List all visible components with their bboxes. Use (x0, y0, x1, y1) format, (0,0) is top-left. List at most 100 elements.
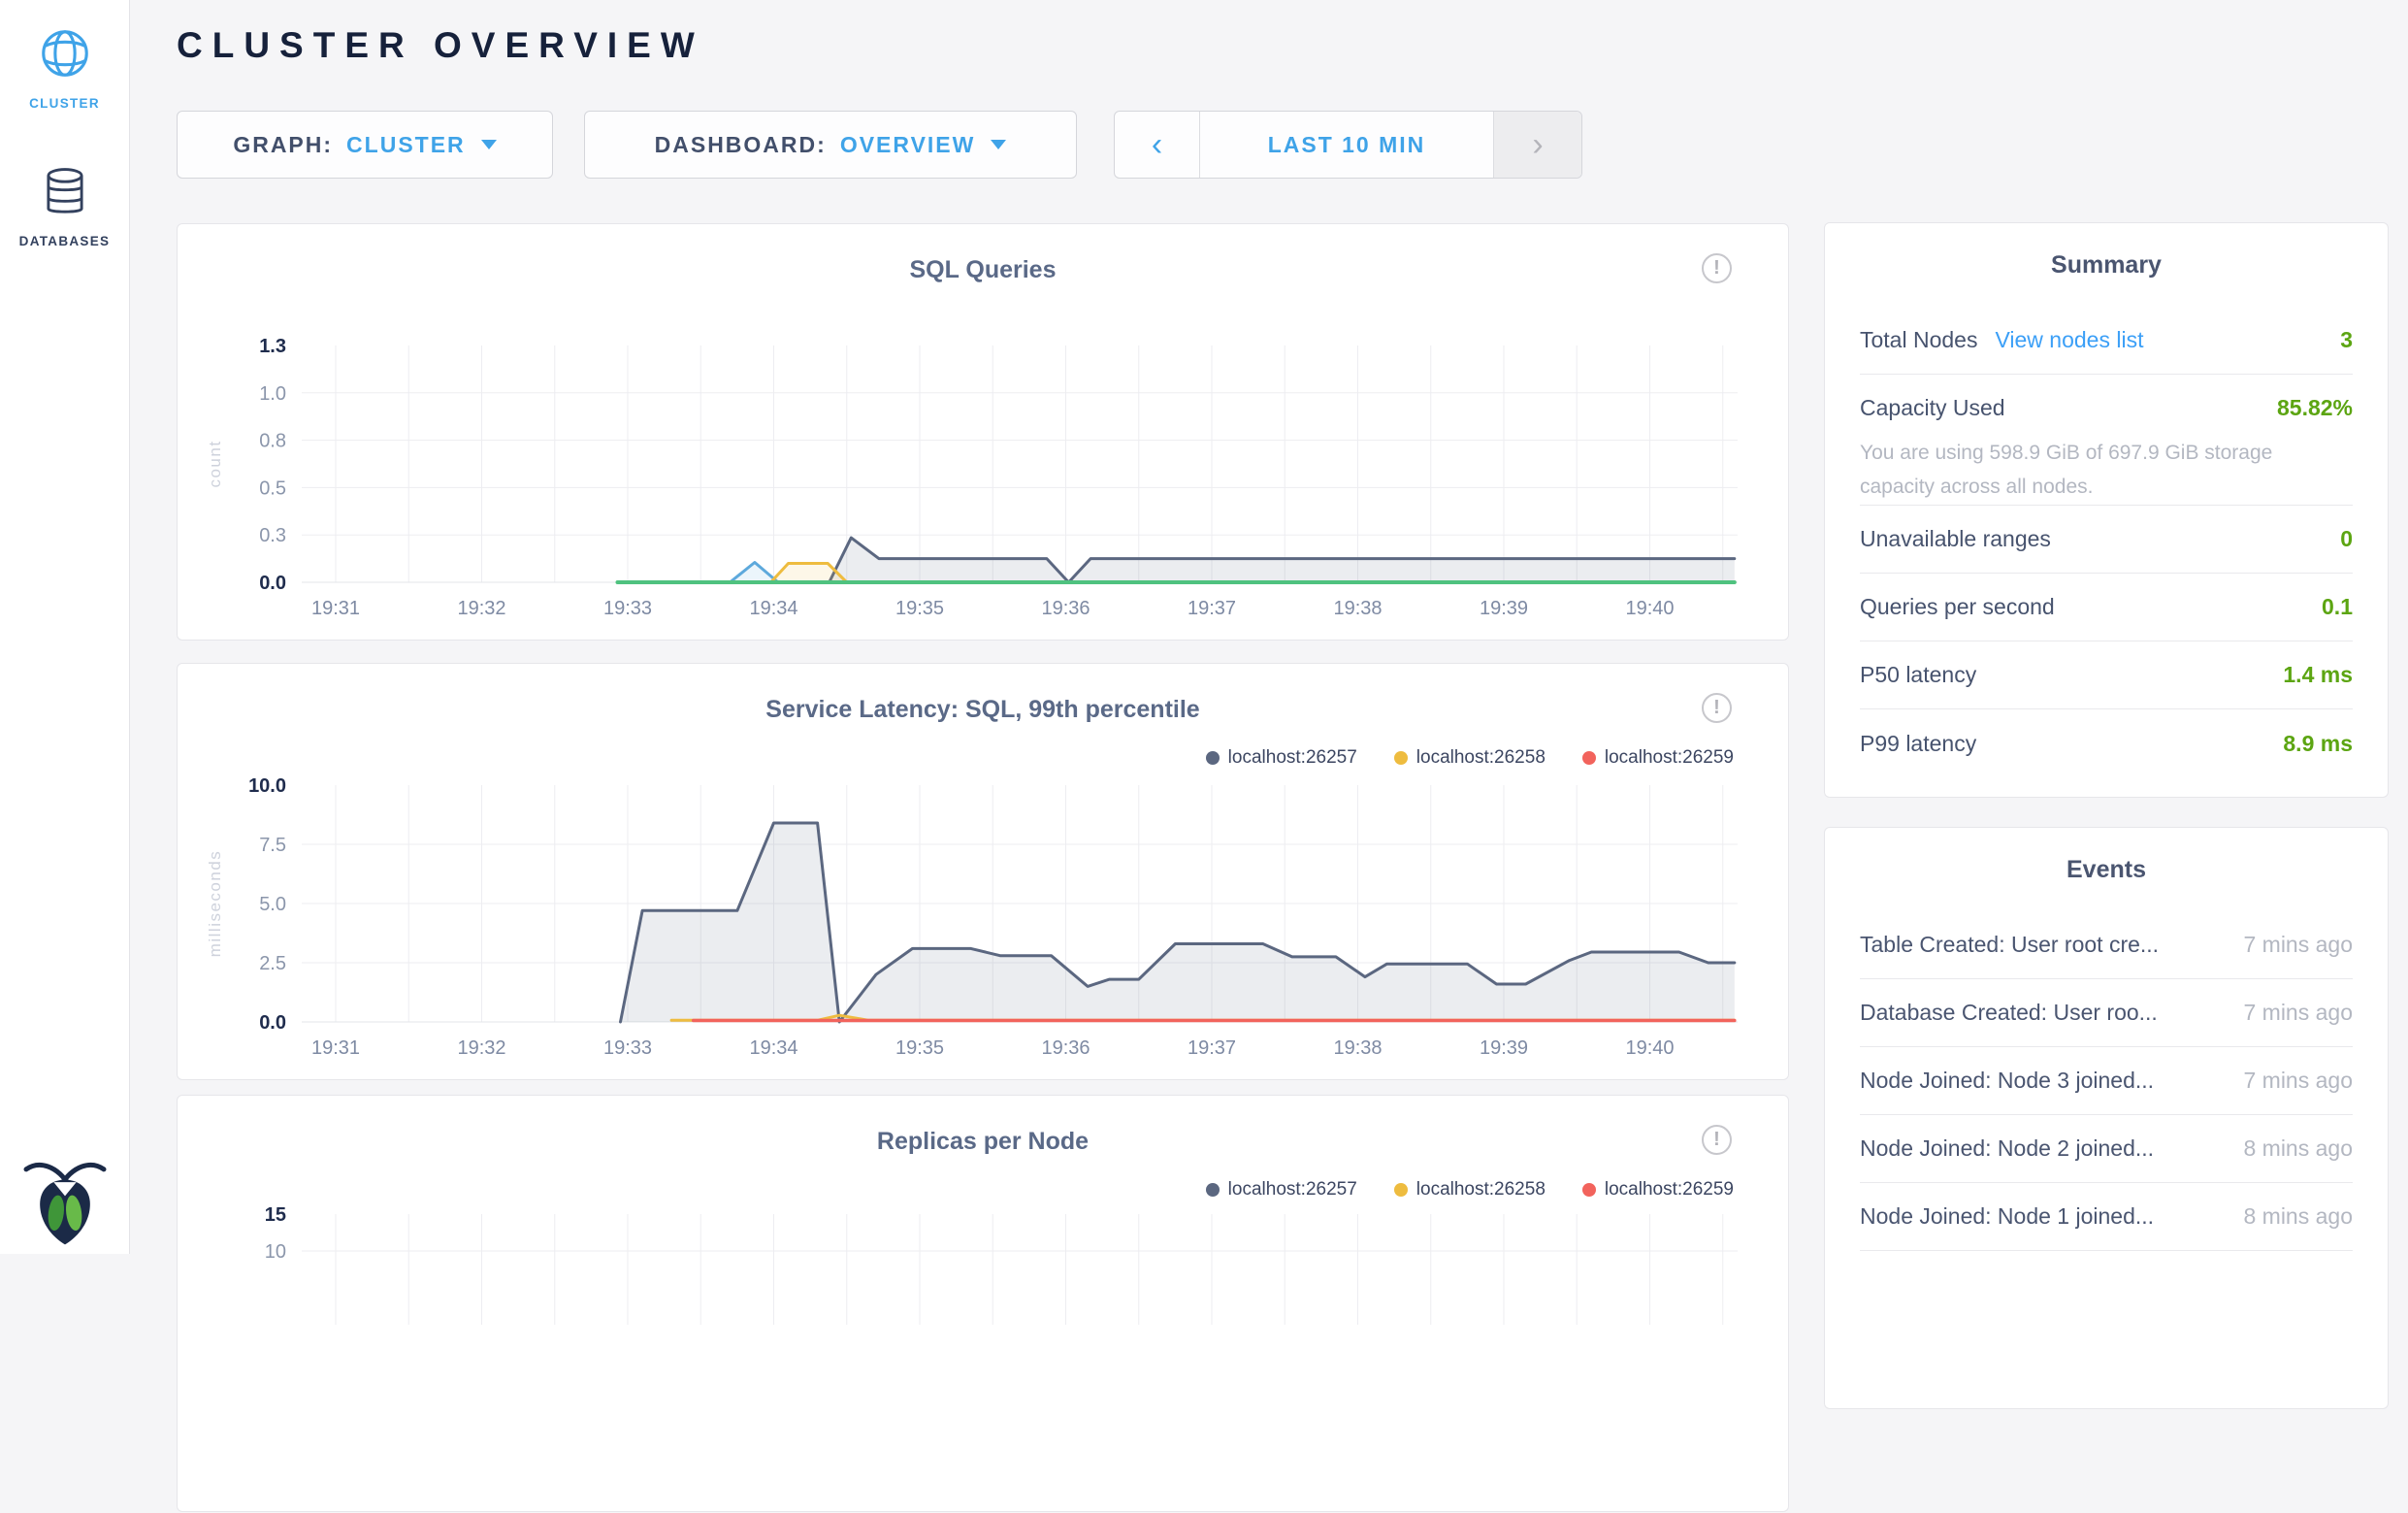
chart-legend: localhost:26257 localhost:26258 localhost:… (1206, 747, 1734, 769)
svg-text:19:35: 19:35 (895, 1037, 944, 1059)
sidebar-item-label: CLUSTER (0, 96, 129, 111)
events-panel: Events Table Created: User root cre... 7… (1824, 827, 2389, 1409)
view-nodes-list-link[interactable]: View nodes list (1995, 327, 2143, 353)
event-row: Node Joined: Node 3 joined... 7 mins ago (1860, 1047, 2353, 1115)
svg-text:19:38: 19:38 (1333, 1037, 1382, 1059)
svg-text:19:31: 19:31 (311, 598, 360, 619)
info-icon[interactable]: ! (1702, 1125, 1732, 1155)
sidebar-item-label: DATABASES (0, 234, 129, 248)
svg-text:count: count (206, 440, 224, 487)
summary-row-queries-per-second: Queries per second 0.1 (1860, 574, 2353, 641)
svg-text:19:35: 19:35 (895, 598, 944, 619)
legend-item[interactable]: localhost:26259 (1582, 747, 1734, 769)
sidebar: CLUSTER DATABASES (0, 0, 130, 1254)
svg-text:19:36: 19:36 (1041, 1037, 1090, 1059)
legend-item[interactable]: localhost:26257 (1206, 747, 1357, 769)
svg-text:1.3: 1.3 (259, 336, 286, 357)
svg-text:19:32: 19:32 (457, 598, 505, 619)
summary-row-value: 85.82% (2277, 395, 2353, 421)
svg-text:19:34: 19:34 (749, 598, 797, 619)
svg-text:19:40: 19:40 (1625, 1037, 1674, 1059)
summary-row-capacity-used: Capacity Used 85.82% You are using 598.9… (1860, 375, 2353, 506)
svg-text:milliseconds: milliseconds (206, 850, 224, 958)
event-text: Database Created: User roo... (1860, 1000, 2158, 1026)
svg-text:19:40: 19:40 (1625, 598, 1674, 619)
svg-text:1.0: 1.0 (259, 383, 286, 405)
event-time: 8 mins ago (2243, 1135, 2353, 1162)
legend-dot-icon (1206, 751, 1220, 765)
dashboard-dropdown-label: DASHBOARD: (655, 132, 827, 158)
event-text: Node Joined: Node 3 joined... (1860, 1068, 2154, 1094)
time-prev-button[interactable]: ‹ (1115, 112, 1200, 178)
cockroach-bug-icon (16, 1147, 114, 1248)
summary-row-label: Capacity Used (1860, 395, 2005, 421)
time-range-selector: ‹ LAST 10 MIN › (1114, 111, 1582, 179)
service-latency-plot: 0.02.55.07.510.019:3119:3219:3319:3419:3… (178, 664, 1790, 1081)
time-next-button[interactable]: › (1493, 112, 1581, 178)
svg-text:0.8: 0.8 (259, 431, 286, 452)
info-icon[interactable]: ! (1702, 253, 1732, 283)
legend-item[interactable]: localhost:26258 (1394, 1179, 1546, 1201)
svg-text:19:33: 19:33 (603, 1037, 652, 1059)
svg-text:10: 10 (265, 1241, 286, 1263)
legend-label: localhost:26258 (1416, 747, 1546, 769)
chart-legend: localhost:26257 localhost:26258 localhost:… (1206, 1179, 1734, 1201)
database-icon (39, 165, 91, 219)
summary-title: Summary (1825, 223, 2388, 307)
page-title: CLUSTER OVERVIEW (177, 25, 704, 66)
summary-row-value: 0 (2340, 526, 2353, 552)
event-time: 7 mins ago (2243, 932, 2353, 958)
chart-title: SQL Queries (178, 256, 1788, 284)
summary-row-value: 1.4 ms (2283, 662, 2353, 688)
svg-text:19:39: 19:39 (1480, 1037, 1528, 1059)
legend-item[interactable]: localhost:26257 (1206, 1179, 1357, 1201)
sidebar-item-databases[interactable]: DATABASES (0, 165, 129, 248)
graph-dropdown-label: GRAPH: (233, 132, 333, 158)
legend-label: localhost:26257 (1228, 747, 1357, 769)
svg-text:19:34: 19:34 (749, 1037, 797, 1059)
globe-icon (37, 25, 93, 82)
legend-label: localhost:26259 (1605, 747, 1734, 769)
summary-row-p50-latency: P50 latency 1.4 ms (1860, 641, 2353, 709)
graph-dropdown-value: CLUSTER (346, 132, 466, 158)
summary-row-p99-latency: P99 latency 8.9 ms (1860, 709, 2353, 777)
summary-row-label: P50 latency (1860, 662, 1976, 688)
legend-dot-icon (1206, 1183, 1220, 1197)
cockroach-logo (16, 1147, 114, 1248)
legend-item[interactable]: localhost:26258 (1394, 747, 1546, 769)
dashboard-dropdown-value: OVERVIEW (840, 132, 976, 158)
time-range-label[interactable]: LAST 10 MIN (1200, 112, 1493, 178)
svg-text:19:33: 19:33 (603, 598, 652, 619)
summary-panel: Summary Total Nodes View nodes list 3 Ca… (1824, 222, 2389, 798)
dashboard-dropdown[interactable]: DASHBOARD: OVERVIEW (584, 111, 1077, 179)
svg-text:10.0: 10.0 (248, 775, 286, 797)
svg-text:0.0: 0.0 (259, 573, 286, 594)
summary-row-unavailable-ranges: Unavailable ranges 0 (1860, 506, 2353, 574)
legend-dot-icon (1394, 1183, 1408, 1197)
event-row: Table Created: User root cre... 7 mins a… (1860, 911, 2353, 979)
legend-item[interactable]: localhost:26259 (1582, 1179, 1734, 1201)
events-title: Events (1825, 828, 2388, 911)
svg-text:19:37: 19:37 (1188, 598, 1236, 619)
summary-row-total-nodes: Total Nodes View nodes list 3 (1860, 307, 2353, 375)
svg-text:19:31: 19:31 (311, 1037, 360, 1059)
summary-row-value: 0.1 (2322, 594, 2353, 620)
summary-row-label: Unavailable ranges (1860, 526, 2051, 552)
graph-dropdown[interactable]: GRAPH: CLUSTER (177, 111, 553, 179)
legend-label: localhost:26259 (1605, 1179, 1734, 1201)
svg-text:5.0: 5.0 (259, 894, 286, 915)
info-icon[interactable]: ! (1702, 693, 1732, 723)
svg-text:19:36: 19:36 (1041, 598, 1090, 619)
event-row: Node Joined: Node 2 joined... 8 mins ago (1860, 1115, 2353, 1183)
summary-row-value: 8.9 ms (2283, 731, 2353, 757)
sidebar-item-cluster[interactable]: CLUSTER (0, 25, 129, 111)
event-text: Node Joined: Node 2 joined... (1860, 1135, 2154, 1162)
legend-label: localhost:26257 (1228, 1179, 1357, 1201)
service-latency-chart-card: Service Latency: SQL, 99th percentile ! … (177, 663, 1789, 1080)
legend-dot-icon (1582, 1183, 1596, 1197)
svg-text:19:32: 19:32 (457, 1037, 505, 1059)
event-row: Node Joined: Node 1 joined... 8 mins ago (1860, 1183, 2353, 1251)
legend-label: localhost:26258 (1416, 1179, 1546, 1201)
svg-text:0.5: 0.5 (259, 477, 286, 499)
event-text: Node Joined: Node 1 joined... (1860, 1203, 2154, 1230)
